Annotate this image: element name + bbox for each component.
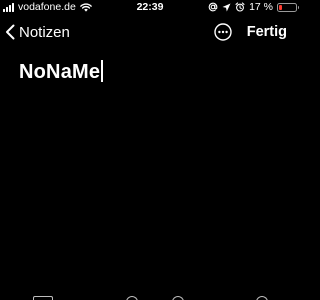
chevron-left-icon (6, 24, 15, 40)
bottom-toolbar (0, 288, 300, 300)
note-title-line[interactable]: NoNaMe (19, 60, 104, 84)
note-editor[interactable]: NoNaMe (0, 52, 300, 284)
more-options-button[interactable] (214, 23, 232, 41)
markup-icon[interactable] (256, 296, 268, 300)
navigation-bar: Notizen Fertig (0, 14, 300, 50)
checklist-icon[interactable] (126, 296, 138, 300)
formatting-icon[interactable] (75, 296, 87, 300)
at-icon (208, 2, 218, 12)
done-button[interactable]: Fertig (247, 22, 287, 42)
alarm-icon (235, 2, 245, 12)
camera-icon[interactable] (172, 296, 184, 300)
notes-editor-screen: vodafone.de 22:39 17 % Notizen Fertig No… (0, 0, 300, 300)
battery-level-fill (279, 4, 282, 10)
battery-percent: 17 % (249, 1, 273, 13)
text-cursor (101, 60, 104, 82)
table-icon[interactable] (33, 296, 53, 300)
ellipsis-circle-icon (214, 23, 232, 41)
battery-icon (277, 2, 299, 12)
back-button-label: Notizen (19, 23, 70, 41)
status-right-group: 17 % (208, 0, 299, 14)
location-arrow-icon (222, 3, 231, 11)
note-title-text: NoNaMe (19, 61, 101, 83)
back-button[interactable]: Notizen (5, 22, 70, 42)
status-bar: vodafone.de 22:39 17 % (0, 0, 300, 14)
